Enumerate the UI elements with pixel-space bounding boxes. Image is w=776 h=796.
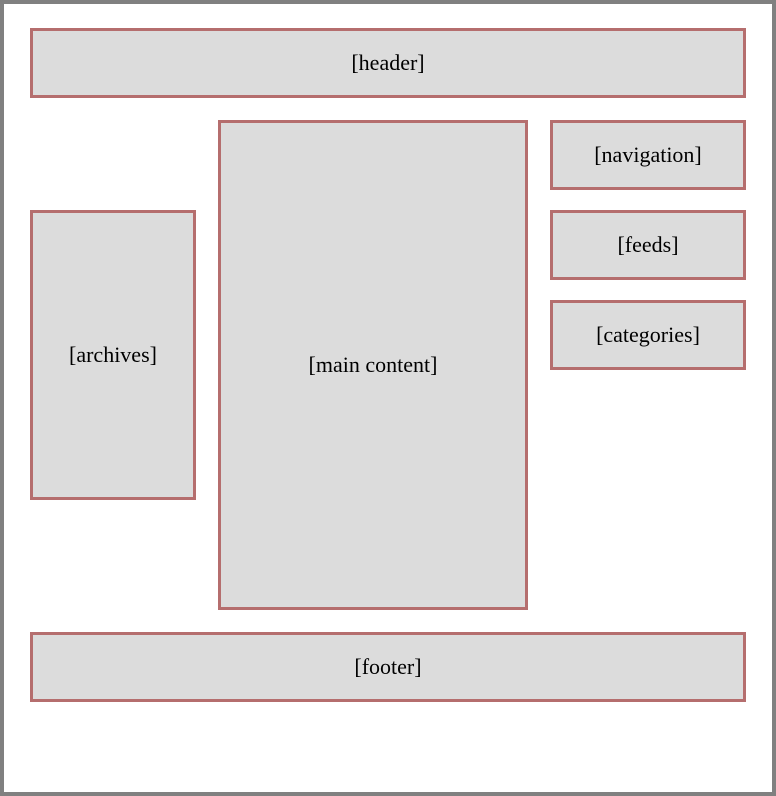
- feeds-label: [feeds]: [617, 232, 678, 258]
- categories-label: [categories]: [596, 322, 700, 348]
- categories-region: [categories]: [550, 300, 746, 370]
- main-content-label: [main content]: [309, 352, 438, 378]
- header-label: [header]: [351, 50, 424, 76]
- footer-label: [footer]: [354, 654, 421, 680]
- footer-region: [footer]: [30, 632, 746, 702]
- archives-label: [archives]: [69, 342, 157, 368]
- header-region: [header]: [30, 28, 746, 98]
- feeds-region: [feeds]: [550, 210, 746, 280]
- archives-region: [archives]: [30, 210, 196, 500]
- navigation-region: [navigation]: [550, 120, 746, 190]
- navigation-label: [navigation]: [594, 142, 702, 168]
- main-content-region: [main content]: [218, 120, 528, 610]
